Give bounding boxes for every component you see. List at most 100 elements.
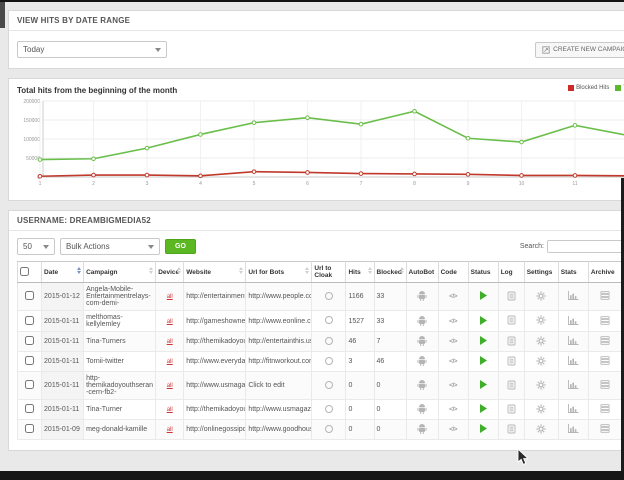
code-cell[interactable]: </> [438,400,468,420]
code-cell[interactable]: </> [438,283,468,311]
sort-icon [77,267,81,274]
col-header-date[interactable]: Date [42,262,84,283]
code-cell[interactable]: </> [438,352,468,372]
status-play-icon [479,424,487,433]
url-to-cloak-icon[interactable] [325,316,333,324]
url-for-bots-cell[interactable]: http://www.people.com/ar... [246,283,312,311]
url-for-bots-cell[interactable]: http://fitnworkout.com/ [246,352,312,372]
autobot-cell[interactable] [406,372,438,400]
status-cell[interactable] [468,332,498,352]
stats-cell[interactable] [558,332,588,352]
status-cell[interactable] [468,420,498,440]
archive-cell[interactable] [588,420,622,440]
page-size-select[interactable]: 50 [17,238,55,255]
status-cell[interactable] [468,400,498,420]
search-input[interactable] [547,240,624,253]
row-checkbox[interactable] [25,404,34,413]
settings-cell[interactable] [524,283,558,311]
col-header-device[interactable]: Device [156,262,184,283]
device-link[interactable]: all [167,339,173,345]
status-cell[interactable] [468,352,498,372]
code-cell[interactable]: </> [438,332,468,352]
col-header-hits[interactable]: Hits [346,262,374,283]
device-link[interactable]: all [167,407,173,413]
archive-cell[interactable] [588,352,622,372]
archive-cell[interactable] [588,283,622,311]
row-checkbox[interactable] [25,316,34,325]
row-checkbox[interactable] [25,380,34,389]
log-cell[interactable] [498,372,524,400]
date-cell: 2015-01-11 [42,311,84,332]
url-to-cloak-icon[interactable] [325,425,333,433]
settings-cell[interactable] [524,372,558,400]
archive-cell[interactable] [588,400,622,420]
stats-cell[interactable] [558,372,588,400]
stats-cell[interactable] [558,420,588,440]
status-cell[interactable] [468,311,498,332]
settings-cell[interactable] [524,400,558,420]
code-cell[interactable]: </> [438,372,468,400]
log-cell[interactable] [498,283,524,311]
settings-cell[interactable] [524,311,558,332]
url-to-cloak-icon[interactable] [325,337,333,345]
stats-cell[interactable] [558,400,588,420]
device-link[interactable]: all [167,359,173,365]
archive-cell[interactable] [588,311,622,332]
url-for-bots-cell[interactable]: Click to edit [246,372,312,400]
archive-cell[interactable] [588,372,622,400]
archive-icon [600,356,610,365]
stats-cell[interactable] [558,311,588,332]
autobot-cell[interactable] [406,311,438,332]
stats-cell[interactable] [558,352,588,372]
code-cell[interactable]: </> [438,420,468,440]
date-range-select[interactable]: Today [17,41,167,58]
settings-cell[interactable] [524,332,558,352]
create-campaign-button[interactable]: CREATE NEW CAMPAIGN [535,42,624,58]
col-header-campaign[interactable]: Campaign [84,262,156,283]
archive-cell[interactable] [588,332,622,352]
log-cell[interactable] [498,400,524,420]
autobot-cell[interactable] [406,352,438,372]
sort-icon [177,267,181,274]
url-for-bots-cell[interactable]: http://www.eonline.com/n... [246,311,312,332]
col-header-website[interactable]: Website [184,262,246,283]
log-icon [507,336,516,346]
code-cell[interactable]: </> [438,311,468,332]
log-cell[interactable] [498,311,524,332]
url-for-bots-cell[interactable]: http://entertainthis.usatod... [246,332,312,352]
autobot-cell[interactable] [406,332,438,352]
settings-cell[interactable] [524,420,558,440]
col-header-url-to-cloak[interactable]: Url to Cloak [312,262,346,283]
go-button[interactable]: GO [165,239,196,254]
window-left-edge [0,2,5,28]
status-cell[interactable] [468,283,498,311]
autobot-cell[interactable] [406,420,438,440]
col-header-url-for-bots[interactable]: Url for Bots [246,262,312,283]
row-checkbox[interactable] [25,336,34,345]
bulk-actions-select[interactable]: Bulk Actions [60,238,160,255]
log-cell[interactable] [498,420,524,440]
url-to-cloak-icon[interactable] [325,357,333,365]
archive-icon [600,424,610,433]
device-link[interactable]: all [167,383,173,389]
autobot-cell[interactable] [406,400,438,420]
row-checkbox[interactable] [25,356,34,365]
url-to-cloak-icon[interactable] [325,292,333,300]
url-for-bots-cell[interactable]: http://www.goodhouseke... [246,420,312,440]
stats-cell[interactable] [558,283,588,311]
log-cell[interactable] [498,332,524,352]
log-cell[interactable] [498,352,524,372]
url-to-cloak-icon[interactable] [325,405,333,413]
device-link[interactable]: all [167,294,173,300]
device-link[interactable]: all [167,319,173,325]
settings-cell[interactable] [524,352,558,372]
url-to-cloak-icon[interactable] [325,381,333,389]
row-checkbox[interactable] [25,424,34,433]
row-checkbox[interactable] [25,291,34,300]
autobot-cell[interactable] [406,283,438,311]
url-for-bots-cell[interactable]: http://www.usmagazine.c... [246,400,312,420]
device-link[interactable]: all [167,427,173,433]
col-header-blocked[interactable]: Blocked [374,262,406,283]
status-cell[interactable] [468,372,498,400]
select-all-checkbox[interactable] [20,267,29,276]
